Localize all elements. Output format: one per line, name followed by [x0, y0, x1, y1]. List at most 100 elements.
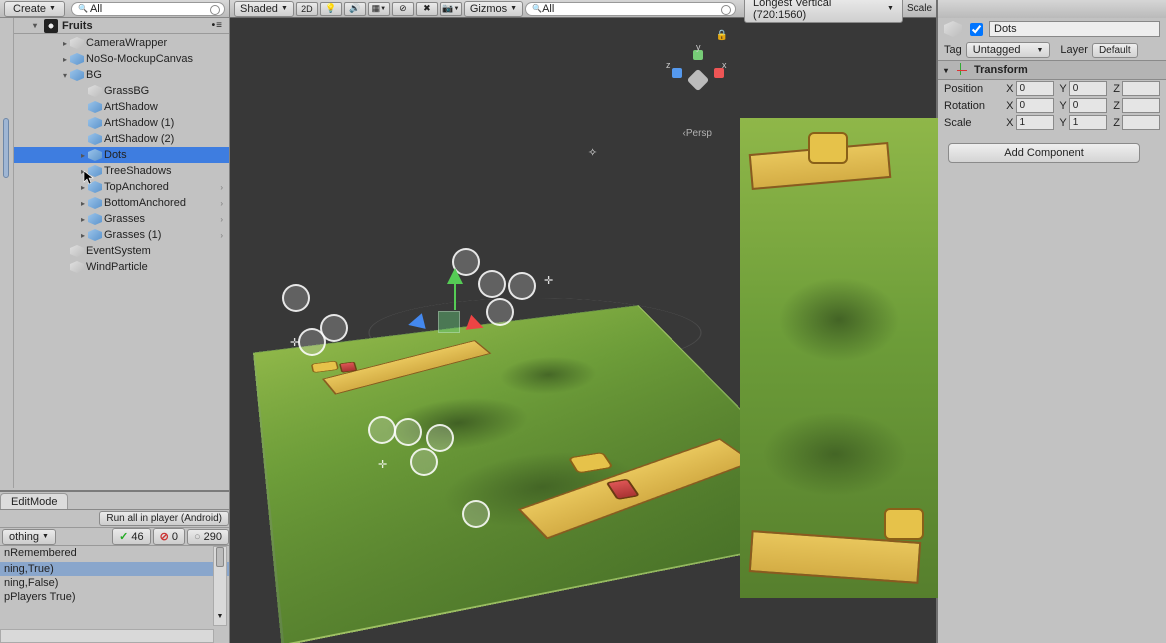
audio-toggle[interactable]: 🔊: [344, 2, 366, 16]
lock-icon[interactable]: 🔒: [716, 30, 728, 41]
create-button[interactable]: Create▼: [4, 1, 65, 17]
hierarchy-item-bottomanchored[interactable]: ▸BottomAnchored›: [0, 195, 229, 211]
fold-icon[interactable]: ▸: [78, 215, 88, 224]
prefab-cube-icon: [88, 197, 102, 209]
hierarchy-item-grasses[interactable]: ▸Grasses›: [0, 211, 229, 227]
run-all-button[interactable]: Run all in player (Android): [99, 511, 229, 526]
z-field[interactable]: [1122, 81, 1160, 96]
hierarchy-search[interactable]: 🔍All: [71, 2, 225, 16]
x-field[interactable]: [1016, 81, 1054, 96]
camera-toggle[interactable]: 📷▼: [440, 2, 462, 16]
pass-count[interactable]: ✓46: [112, 528, 150, 545]
fail-count[interactable]: ⊘0: [153, 528, 185, 545]
scale-label: Scale: [907, 3, 932, 14]
persp-label[interactable]: Persp: [683, 128, 712, 139]
gameobject-icon[interactable]: [944, 21, 962, 37]
z-field[interactable]: [1122, 98, 1160, 113]
z-field[interactable]: [1122, 115, 1160, 130]
x-field[interactable]: [1016, 98, 1054, 113]
skip-count[interactable]: ○290: [187, 529, 229, 545]
2d-toggle[interactable]: 2D: [296, 2, 318, 16]
test-scrollbar[interactable]: ▼: [213, 546, 227, 626]
fold-icon[interactable]: ▾: [30, 21, 40, 30]
filter-dropdown[interactable]: othing▼: [2, 529, 56, 545]
active-checkbox[interactable]: [970, 23, 983, 36]
fold-icon[interactable]: ▸: [78, 167, 88, 176]
hidden-toggle[interactable]: ⊘: [392, 2, 414, 16]
tab-editmode[interactable]: EditMode: [0, 493, 68, 509]
y-field[interactable]: [1069, 81, 1107, 96]
layer-dropdown[interactable]: Default: [1092, 43, 1138, 58]
tag-dropdown[interactable]: Untagged▼: [966, 42, 1051, 58]
hierarchy-item-windparticle[interactable]: WindParticle: [0, 259, 229, 275]
fold-icon[interactable]: ▸: [60, 55, 70, 64]
ground-plane: [253, 305, 740, 643]
hierarchy-item-artshadow[interactable]: ArtShadow: [0, 99, 229, 115]
hierarchy-item-camerawrapper[interactable]: ▸CameraWrapper: [0, 35, 229, 51]
scene-header[interactable]: ▾ Fruits •≡: [0, 18, 229, 34]
scene-view: Shaded▼ 2D 💡 🔊 ▦▼ ⊘ ✖ 📷▼ Gizmos▼ 🔍All: [230, 0, 740, 643]
hierarchy-item-grasses-1-[interactable]: ▸Grasses (1)›: [0, 227, 229, 243]
pivot-cross-icon: ✛: [378, 458, 390, 470]
item-label: Grasses (1): [104, 229, 161, 241]
hierarchy-item-topanchored[interactable]: ▸TopAnchored›: [0, 179, 229, 195]
chevron-right-icon: ›: [220, 183, 223, 192]
prop-label: Scale: [944, 117, 1000, 129]
prefab-cube-icon: [70, 69, 84, 81]
x-field[interactable]: [1016, 115, 1054, 130]
fold-icon[interactable]: ▾: [60, 71, 70, 80]
test-line[interactable]: ning,False): [0, 576, 229, 590]
fold-icon[interactable]: ▸: [60, 39, 70, 48]
hierarchy-item-artshadow-1-[interactable]: ArtShadow (1): [0, 115, 229, 131]
dot: [486, 298, 514, 326]
fold-icon[interactable]: ▸: [78, 151, 88, 160]
fold-icon[interactable]: ▸: [78, 199, 88, 208]
aspect-dropdown[interactable]: Longest Vertical (720:1560)▼: [744, 0, 903, 23]
hierarchy-panel: Create▼ 🔍All ▾ Fruits •≡ ▸CameraWrapper▸…: [0, 0, 230, 490]
layer-label: Layer: [1060, 44, 1088, 56]
fold-icon[interactable]: ▾: [944, 66, 948, 75]
item-label: ArtShadow (1): [104, 117, 174, 129]
chevron-right-icon: ›: [220, 215, 223, 224]
transform-header[interactable]: ▾ Transform: [938, 60, 1166, 80]
hierarchy-item-treeshadows[interactable]: ▸TreeShadows: [0, 163, 229, 179]
dot: [508, 272, 536, 300]
game-viewport[interactable]: [740, 118, 938, 598]
object-name-field[interactable]: [989, 21, 1160, 37]
hierarchy-item-noso-mockupcanvas[interactable]: ▸NoSo-MockupCanvas: [0, 51, 229, 67]
scene-canvas[interactable]: ✛ ✛ ✛ ✧ y x z 🔒 Persp: [230, 18, 740, 643]
hierarchy-item-eventsystem[interactable]: EventSystem: [0, 243, 229, 259]
scene-name: Fruits: [62, 20, 93, 32]
dot: [410, 448, 438, 476]
test-line[interactable]: pPlayers True): [0, 590, 229, 604]
fold-icon[interactable]: ▸: [78, 183, 88, 192]
tools-toggle[interactable]: ✖: [416, 2, 438, 16]
test-line[interactable]: nRemembered: [0, 546, 229, 560]
scroll-thumb[interactable]: [3, 118, 9, 178]
gizmos-dropdown[interactable]: Gizmos▼: [464, 1, 523, 17]
fold-icon[interactable]: ▸: [78, 231, 88, 240]
dot: [426, 424, 454, 452]
inspector-header: [938, 18, 1166, 40]
test-hscroll[interactable]: [0, 629, 214, 643]
shading-dropdown[interactable]: Shaded▼: [234, 1, 294, 17]
add-component-button[interactable]: Add Component: [948, 143, 1140, 163]
y-field[interactable]: [1069, 98, 1107, 113]
transform-gizmo[interactable]: [430, 303, 470, 343]
scene-search[interactable]: 🔍All: [525, 2, 736, 16]
orientation-gizmo[interactable]: y x z: [666, 48, 730, 112]
prop-scale: ScaleXYZ: [938, 114, 1166, 131]
hierarchy-item-bg[interactable]: ▾BG: [0, 67, 229, 83]
test-line[interactable]: ning,True): [0, 562, 229, 576]
hierarchy-item-artshadow-2-[interactable]: ArtShadow (2): [0, 131, 229, 147]
item-label: BottomAnchored: [104, 197, 186, 209]
light-toggle[interactable]: 💡: [320, 2, 342, 16]
scene-menu-icon[interactable]: •≡: [212, 20, 223, 31]
hierarchy-item-dots[interactable]: ▸Dots: [0, 147, 229, 163]
y-field[interactable]: [1069, 115, 1107, 130]
prefab-cube-icon: [88, 165, 102, 177]
hierarchy-item-grassbg[interactable]: GrassBG: [0, 83, 229, 99]
fx-toggle[interactable]: ▦▼: [368, 2, 390, 16]
prop-label: Position: [944, 83, 1000, 95]
g-lock-bottom: [884, 508, 924, 540]
